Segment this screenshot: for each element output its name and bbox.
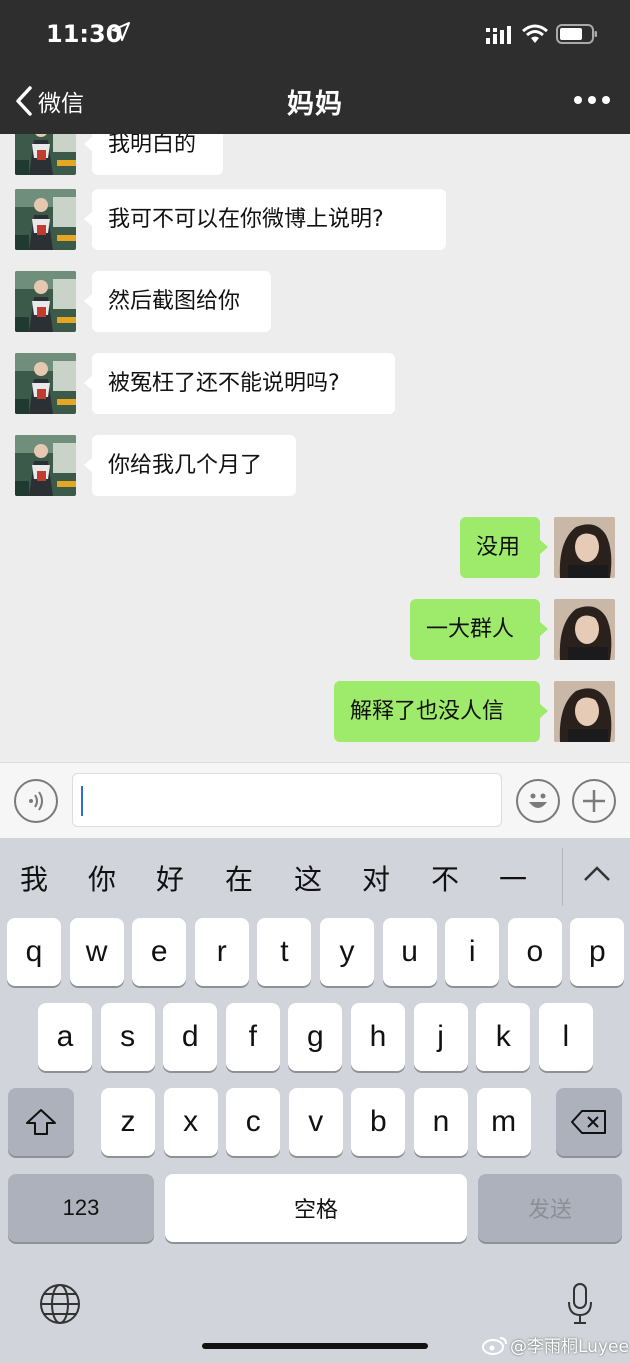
key-y[interactable]: y: [320, 918, 374, 986]
plus-button[interactable]: [572, 779, 616, 823]
contact-avatar[interactable]: [15, 134, 76, 175]
message-bubble[interactable]: 没用: [460, 517, 548, 578]
suggestion-item[interactable]: 这: [288, 858, 328, 898]
suggestion-item[interactable]: 对: [356, 858, 396, 898]
suggestion-item[interactable]: 不: [425, 858, 465, 898]
more-button[interactable]: [574, 94, 610, 106]
key-i[interactable]: i: [445, 918, 500, 986]
message-bubble[interactable]: 然后截图给你: [84, 271, 271, 332]
message-bubble[interactable]: 我可不可以在你微博上说明?: [84, 189, 446, 250]
key-b[interactable]: b: [351, 1088, 406, 1156]
space-key[interactable]: 空格: [165, 1174, 467, 1242]
key-q[interactable]: q: [7, 918, 61, 986]
emoji-icon: [529, 793, 547, 808]
nav-bar: 微信 妈妈: [0, 68, 630, 134]
send-key[interactable]: 发送: [478, 1174, 622, 1242]
backspace-icon: [571, 1110, 606, 1134]
battery-icon: [556, 24, 597, 44]
message-row: 解释了也没人信: [0, 681, 630, 743]
my-avatar[interactable]: [554, 599, 615, 660]
key-x[interactable]: x: [163, 1088, 218, 1156]
message-bubble[interactable]: 你给我几个月了: [84, 435, 296, 496]
key-p[interactable]: p: [570, 918, 625, 986]
suggestion-divider: [562, 848, 563, 906]
key-a[interactable]: a: [38, 1003, 92, 1071]
key-e[interactable]: e: [132, 918, 187, 986]
suggestion-item[interactable]: 好: [150, 858, 190, 898]
plus-icon: [583, 790, 605, 812]
contact-avatar[interactable]: [15, 271, 76, 332]
key-d[interactable]: d: [163, 1003, 218, 1071]
status-time: 11:30: [46, 20, 123, 48]
my-avatar[interactable]: [554, 517, 615, 578]
message-row: 我明白的: [0, 134, 630, 176]
watermark: @李雨桐Luyee: [482, 1332, 629, 1357]
weibo-icon: [482, 1336, 507, 1355]
message-bubble[interactable]: 被冤枉了还不能说明吗?: [84, 353, 395, 414]
home-indicator: [202, 1343, 428, 1349]
suggestion-item[interactable]: 我: [14, 858, 54, 898]
message-row: 一大群人: [0, 599, 630, 661]
voice-button[interactable]: [14, 779, 58, 823]
key-v[interactable]: v: [288, 1088, 343, 1156]
message-row: 然后截图给你: [0, 271, 630, 333]
key-z[interactable]: z: [101, 1088, 155, 1156]
shift-key[interactable]: [8, 1088, 74, 1156]
key-u[interactable]: u: [382, 918, 437, 986]
message-row: 被冤枉了还不能说明吗?: [0, 353, 630, 415]
keyboard: 我你好在这对不一 qwertyuiopasdfghjklzxcvbnm 123 …: [0, 838, 630, 1363]
text-caret: [81, 786, 83, 816]
globe-icon[interactable]: [38, 1282, 82, 1326]
numbers-key[interactable]: 123: [8, 1174, 154, 1242]
key-w[interactable]: w: [69, 918, 124, 986]
chat-area[interactable]: 我明白的我可不可以在你微博上说明? 然后截图给你被冤枉了还不能说明吗? 你给我几个月…: [0, 134, 630, 762]
key-m[interactable]: m: [476, 1088, 531, 1156]
message-row: 没用: [0, 517, 630, 579]
message-row: 我可不可以在你微博上说明?: [0, 189, 630, 251]
suggestion-item[interactable]: 一: [493, 858, 533, 898]
more-icon: [574, 96, 582, 104]
key-o[interactable]: o: [507, 918, 562, 986]
key-s[interactable]: s: [100, 1003, 155, 1071]
message-input[interactable]: [72, 773, 502, 827]
emoji-button[interactable]: [516, 779, 560, 823]
my-avatar[interactable]: [554, 681, 615, 742]
message-bubble[interactable]: 一大群人: [410, 599, 548, 660]
shift-icon: [26, 1109, 56, 1135]
contact-avatar[interactable]: [15, 435, 76, 496]
key-h[interactable]: h: [351, 1003, 405, 1071]
key-g[interactable]: g: [288, 1003, 343, 1071]
mic-icon[interactable]: [566, 1282, 594, 1326]
status-bar: 11:30: [0, 0, 630, 68]
contact-avatar[interactable]: [15, 189, 76, 250]
key-n[interactable]: n: [414, 1088, 468, 1156]
message-row: 你给我几个月了: [0, 435, 630, 497]
top-bar: 11:30 微信 妈妈: [0, 0, 630, 134]
key-t[interactable]: t: [257, 918, 312, 986]
key-f[interactable]: f: [225, 1003, 280, 1071]
key-r[interactable]: r: [194, 918, 249, 986]
key-l[interactable]: l: [538, 1003, 593, 1071]
collapse-chevron-icon[interactable]: [580, 860, 614, 890]
input-bar: [0, 762, 630, 838]
message-bubble[interactable]: 我明白的: [84, 134, 223, 175]
suggestion-item[interactable]: 你: [82, 858, 122, 898]
key-j[interactable]: j: [413, 1003, 468, 1071]
contact-avatar[interactable]: [15, 353, 76, 414]
location-arrow-icon: [112, 22, 130, 41]
suggestion-bar: 我你好在这对不一: [0, 838, 630, 916]
backspace-key[interactable]: [556, 1088, 622, 1156]
suggestion-item[interactable]: 在: [219, 858, 259, 898]
key-c[interactable]: c: [226, 1088, 281, 1156]
signal-icon: [486, 26, 511, 44]
message-bubble[interactable]: 解释了也没人信: [334, 681, 548, 742]
key-k[interactable]: k: [476, 1003, 531, 1071]
chat-title: 妈妈: [287, 89, 343, 120]
voice-icon: [29, 791, 43, 811]
wifi-icon: [522, 24, 548, 43]
